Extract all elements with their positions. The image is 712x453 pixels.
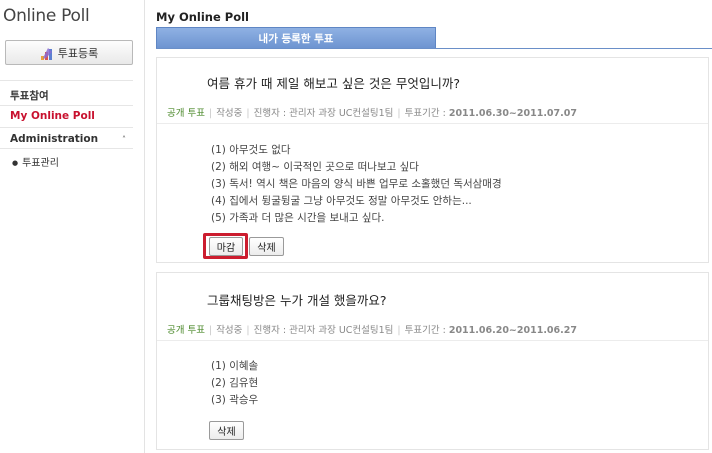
tab-my-registered-polls[interactable]: 내가 등록한 투표 xyxy=(156,27,436,49)
sidebar-item-my-online-poll[interactable]: My Online Poll xyxy=(10,110,95,122)
register-poll-button[interactable]: 투표등록 xyxy=(5,40,133,65)
chevron-up-icon: ˄ xyxy=(122,134,126,144)
poll-period: 2011.06.20~2011.06.27 xyxy=(448,325,577,336)
poll-status: 작성중 xyxy=(216,325,243,336)
poll-card: 그룹채팅방은 누가 개설 했을까요? 공개 투표 | 작성중 | 진행자 : 관리자 과… xyxy=(156,272,709,450)
sidebar-item-vote[interactable]: 투표참여 xyxy=(10,88,49,103)
poll-period-label: 투표기간 : xyxy=(404,108,449,119)
close-poll-button[interactable]: 마감 xyxy=(209,237,243,256)
poll-status: 작성중 xyxy=(216,108,243,119)
divider xyxy=(157,123,708,124)
delete-poll-button[interactable]: 삭제 xyxy=(249,237,284,256)
poll-option: (2) 김유현 xyxy=(211,377,259,389)
divider xyxy=(157,340,708,341)
poll-option: (3) 곽승우 xyxy=(211,394,259,406)
pencil-icon xyxy=(40,46,54,60)
sidebar-subitem-poll-manage[interactable]: ● 투표관리 xyxy=(12,154,59,169)
sidebar-admin-label: Administration xyxy=(10,133,99,145)
poll-option: (4) 집에서 뒹굴뒹굴 그냥 아무것도 정말 아무것도 안하는... xyxy=(211,195,472,207)
sidebar: Online Poll 투표등록 투표참여 My Online Poll Adm… xyxy=(0,0,145,453)
poll-option: (1) 이혜솔 xyxy=(211,360,259,372)
poll-question: 그룹채팅방은 누가 개설 했을까요? xyxy=(207,293,387,308)
divider xyxy=(0,80,133,81)
tab-underline xyxy=(156,48,712,49)
sidebar-admin-toggle[interactable]: Administration ˄ xyxy=(10,133,126,145)
divider xyxy=(0,127,133,128)
sidebar-subitem-label: 투표관리 xyxy=(22,158,59,169)
tab-label: 내가 등록한 투표 xyxy=(258,33,334,45)
delete-poll-button[interactable]: 삭제 xyxy=(209,421,244,440)
public-poll-badge: 공개 투표 xyxy=(167,325,205,336)
poll-owner: 진행자 : 관리자 과장 UC컨설팅1팀 xyxy=(253,108,394,119)
register-poll-label: 투표등록 xyxy=(57,46,99,60)
app-title: Online Poll xyxy=(3,6,90,26)
poll-option: (2) 해외 여행~ 이국적인 곳으로 떠나보고 싶다 xyxy=(211,161,419,173)
poll-option: (5) 가족과 더 많은 시간을 보내고 싶다. xyxy=(211,212,385,224)
poll-card: 여름 휴가 때 제일 해보고 싶은 것은 무엇입니까? 공개 투표 | 작성중 | 진행… xyxy=(156,57,709,263)
poll-option: (1) 아무것도 없다 xyxy=(211,144,291,156)
poll-question: 여름 휴가 때 제일 해보고 싶은 것은 무엇입니까? xyxy=(207,76,460,91)
poll-option: (3) 독서! 역시 책은 마음의 양식 바쁜 업무로 소홀했던 독서삼매경 xyxy=(211,178,502,190)
bullet-icon: ● xyxy=(12,159,19,167)
poll-period-label: 투표기간 : xyxy=(404,325,449,336)
public-poll-badge: 공개 투표 xyxy=(167,108,205,119)
divider xyxy=(0,105,133,106)
poll-meta: 공개 투표 | 작성중 | 진행자 : 관리자 과장 UC컨설팅1팀 | 투표기간 : 20… xyxy=(167,108,577,119)
poll-period: 2011.06.30~2011.07.07 xyxy=(448,108,577,119)
poll-meta: 공개 투표 | 작성중 | 진행자 : 관리자 과장 UC컨설팅1팀 | 투표기간 : 20… xyxy=(167,325,577,336)
page-title: My Online Poll xyxy=(156,10,249,24)
divider xyxy=(0,148,133,149)
poll-owner: 진행자 : 관리자 과장 UC컨설팅1팀 xyxy=(253,325,394,336)
